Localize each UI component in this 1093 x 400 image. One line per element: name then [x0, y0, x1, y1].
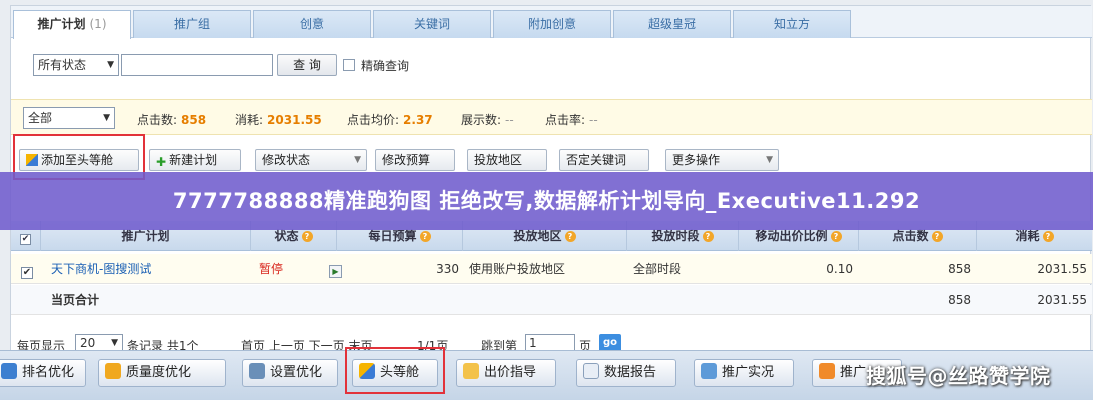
tab-label: 推广计划: [37, 17, 86, 31]
clicks-value: 858: [948, 262, 971, 276]
impressions-stat: 展示数: --: [461, 113, 514, 127]
exact-query-label: 精确查询: [361, 59, 410, 73]
row-checkbox[interactable]: ✔: [21, 254, 33, 284]
help-icon: ?: [830, 231, 842, 242]
help-icon: ?: [702, 231, 714, 242]
status-value: 暂停: [259, 262, 284, 276]
shield-icon: [819, 363, 835, 379]
dropdown-arrow-icon: ▼: [766, 155, 773, 165]
total-clicks: 858: [948, 293, 971, 307]
dropdown-arrow-icon: ▼: [107, 60, 114, 70]
plus-icon: ✚: [156, 155, 167, 169]
stats-bar: 全部 ▼ 点击数: 858 消耗: 2031.55 点击均价: 2.37 展示数: -- …: [11, 99, 1092, 135]
range-select[interactable]: 全部 ▼: [23, 107, 115, 129]
rank-optimize-button[interactable]: 排名优化: [0, 359, 86, 387]
settings-optimize-button[interactable]: 设置优化: [242, 359, 338, 387]
modify-budget-button[interactable]: 修改预算: [375, 149, 455, 171]
tab-zhilifang[interactable]: 知立方: [733, 10, 851, 38]
help-icon: ?: [564, 231, 576, 242]
tab-super-crown[interactable]: 超级皇冠: [613, 10, 731, 38]
practice-button[interactable]: 推广实况: [694, 359, 794, 387]
report-icon: [583, 363, 599, 379]
tab-label: 知立方: [773, 17, 810, 31]
tab-campaigns[interactable]: 推广计划 (1): [13, 10, 131, 39]
query-button[interactable]: 查 询: [277, 54, 337, 76]
tab-label: 附加创意: [527, 17, 576, 31]
region-value: 使用账户投放地区: [469, 262, 566, 276]
tab-label: 创意: [299, 17, 324, 31]
tab-count: (1): [89, 17, 107, 31]
help-icon: ?: [1042, 231, 1054, 242]
dropdown-arrow-icon: ▼: [354, 155, 361, 165]
rank-icon: [1, 363, 17, 379]
highlight-box: [345, 347, 445, 394]
tab-label: 关键词: [413, 17, 450, 31]
bid-guide-button[interactable]: 出价指导: [456, 359, 556, 387]
help-icon: ?: [301, 231, 313, 242]
range-select-value: 全部: [28, 111, 53, 125]
tab-keywords[interactable]: 关键词: [373, 10, 491, 38]
modify-status-select[interactable]: 修改状态 ▼: [255, 149, 367, 171]
tab-label: 推广组: [173, 17, 210, 31]
total-label: 当页合计: [51, 293, 100, 307]
first-class-icon: [26, 154, 38, 166]
check-icon: ✔: [21, 267, 33, 279]
negative-keywords-button[interactable]: 否定关键词: [559, 149, 649, 171]
cost-stat: 消耗: 2031.55: [235, 113, 322, 127]
practice-icon: [701, 363, 717, 379]
status-filter-select[interactable]: 所有状态 ▼: [33, 54, 119, 76]
tab-extra-creatives[interactable]: 附加创意: [493, 10, 611, 38]
cost-value: 2031.55: [1037, 262, 1087, 276]
more-operations-select[interactable]: 更多操作 ▼: [665, 149, 779, 171]
tab-label: 超级皇冠: [647, 17, 696, 31]
status-filter-value: 所有状态: [38, 58, 87, 72]
schedule-value: 全部时段: [633, 262, 682, 276]
settings-icon: [249, 363, 265, 379]
avg-price-stat: 点击均价: 2.37: [347, 113, 433, 127]
region-button[interactable]: 投放地区: [467, 149, 547, 171]
bid-icon: [463, 363, 479, 379]
exact-query-checkbox[interactable]: [343, 59, 355, 71]
new-plan-button[interactable]: ✚ 新建计划: [149, 149, 241, 171]
check-icon: ✔: [20, 234, 31, 245]
total-cost: 2031.55: [1037, 293, 1087, 307]
title-banner: 7777788888精准跑狗图 拒绝改写,数据解析计划导向_Executive1…: [0, 172, 1093, 230]
data-report-button[interactable]: 数据报告: [576, 359, 676, 387]
mobile-ratio-value: 0.10: [826, 262, 853, 276]
add-to-first-class-button[interactable]: 添加至头等舱: [19, 149, 139, 171]
plan-name-link[interactable]: 天下商机-图搜测试: [51, 254, 151, 284]
tab-creatives[interactable]: 创意: [253, 10, 371, 38]
tab-bar: 推广计划 (1) 推广组 创意 关键词 附加创意 超级皇冠 知立方: [11, 6, 1092, 39]
budget-value: 330: [436, 262, 459, 276]
clicks-stat: 点击数: 858: [137, 113, 207, 127]
search-input[interactable]: [121, 54, 273, 76]
tab-ad-groups[interactable]: 推广组: [133, 10, 251, 38]
table-row[interactable]: ✔ 天下商机-图搜测试 暂停 ▶ 330 使用账户投放地区 全部时段 0.10 …: [11, 254, 1092, 284]
play-button[interactable]: ▶: [329, 254, 342, 284]
dropdown-arrow-icon: ▼: [103, 113, 110, 123]
ctr-stat: 点击率: --: [545, 113, 598, 127]
dropdown-arrow-icon: ▼: [111, 338, 118, 348]
quality-icon: [105, 363, 121, 379]
quality-optimize-button[interactable]: 质量度优化: [98, 359, 226, 387]
total-row: 当页合计 858 2031.55: [11, 285, 1092, 315]
watermark: 搜狐号@丝路赞学院: [866, 364, 1051, 388]
play-icon: ▶: [329, 265, 342, 278]
help-icon: ?: [931, 231, 943, 242]
help-icon: ?: [419, 231, 431, 242]
